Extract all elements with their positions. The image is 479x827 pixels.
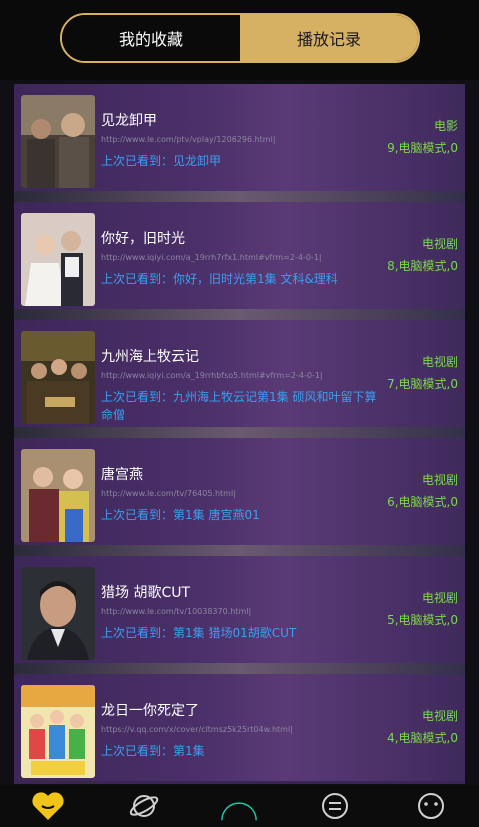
item-mode: 5,电脑模式,0 (387, 613, 458, 627)
item-title: 见龙卸甲 (101, 113, 157, 129)
item-mode: 9,电脑模式,0 (387, 141, 458, 155)
item-mode: 7,电脑模式,0 (387, 377, 458, 391)
list-item[interactable]: 唐宫燕 http://www.le.com/tv/76405.html| 上次已… (14, 438, 465, 545)
item-title: 唐宫燕 (101, 467, 143, 483)
poster-thumbnail (21, 449, 95, 542)
item-mode: 8,电脑模式,0 (387, 259, 458, 273)
tab-favorites[interactable]: 我的收藏 (62, 15, 240, 61)
chat-icon[interactable] (315, 786, 355, 826)
poster-thumbnail (21, 95, 95, 188)
item-title: 猎场 胡歌CUT (101, 585, 191, 601)
list-item[interactable]: 你好，旧时光 http://www.iqiyi.com/a_19rrh7rfx1… (14, 202, 465, 309)
item-type: 电视剧 (421, 709, 458, 723)
item-type: 电视剧 (421, 473, 458, 487)
face-icon[interactable] (411, 786, 451, 826)
divider (14, 309, 465, 320)
divider (14, 427, 465, 438)
item-url: http://www.le.com/tv/76405.html| (101, 489, 236, 498)
item-type: 电视剧 (421, 237, 458, 251)
item-url: http://www.le.com/ptv/vplay/1206296.html… (101, 135, 276, 144)
last-watched: 上次已看到：你好，旧时光第1集 文科&理科 (101, 272, 338, 286)
bottom-nav (0, 785, 479, 827)
heart-icon[interactable] (28, 786, 68, 826)
circle-icon[interactable] (219, 786, 259, 826)
item-title: 你好，旧时光 (101, 231, 185, 247)
list-item[interactable]: 九州海上牧云记 http://www.iqiyi.com/a_19rrhbfso… (14, 320, 465, 427)
last-watched: 上次已看到：第1集 唐宫燕01 (101, 508, 260, 522)
poster-thumbnail (21, 567, 95, 660)
item-url: http://www.iqiyi.com/a_19rrh7rfx1.html#v… (101, 253, 322, 262)
divider (14, 191, 465, 202)
tab-history[interactable]: 播放记录 (240, 15, 418, 61)
divider (14, 663, 465, 674)
poster-thumbnail (21, 331, 95, 424)
tab-switcher: 我的收藏 播放记录 (60, 13, 420, 63)
list-item[interactable]: 见龙卸甲 http://www.le.com/ptv/vplay/1206296… (14, 84, 465, 191)
item-type: 电视剧 (421, 355, 458, 369)
last-watched: 上次已看到：第1集 猎场01胡歌CUT (101, 626, 297, 640)
item-title: 九州海上牧云记 (101, 349, 199, 365)
item-url: http://www.le.com/tv/10038370.html| (101, 607, 252, 616)
top-bar: 我的收藏 播放记录 (0, 0, 479, 80)
last-watched: 上次已看到：第1集 (101, 744, 205, 758)
list-item[interactable]: 猎场 胡歌CUT http://www.le.com/tv/10038370.h… (14, 556, 465, 663)
last-watched: 上次已看到：九州海上牧云记第1集 硕风和叶留下算命僧 (101, 390, 377, 422)
item-mode: 4,电脑模式,0 (387, 731, 458, 745)
item-url: https://v.qq.com/x/cover/cltmsz5k25rt04w… (101, 725, 293, 734)
item-mode: 6,电脑模式,0 (387, 495, 458, 509)
item-type: 电影 (433, 119, 458, 133)
poster-thumbnail (21, 213, 95, 306)
divider (14, 545, 465, 556)
last-watched: 上次已看到：见龙卸甲 (101, 154, 222, 168)
item-url: http://www.iqiyi.com/a_19rrhbfso5.html#v… (101, 371, 323, 380)
item-type: 电视剧 (421, 591, 458, 605)
item-title: 龙日一你死定了 (101, 703, 199, 719)
list-item[interactable]: 龙日一你死定了 https://v.qq.com/x/cover/cltmsz5… (14, 674, 465, 781)
history-list[interactable]: 见龙卸甲 http://www.le.com/ptv/vplay/1206296… (0, 80, 479, 785)
poster-thumbnail (21, 685, 95, 778)
planet-icon[interactable] (124, 786, 164, 826)
